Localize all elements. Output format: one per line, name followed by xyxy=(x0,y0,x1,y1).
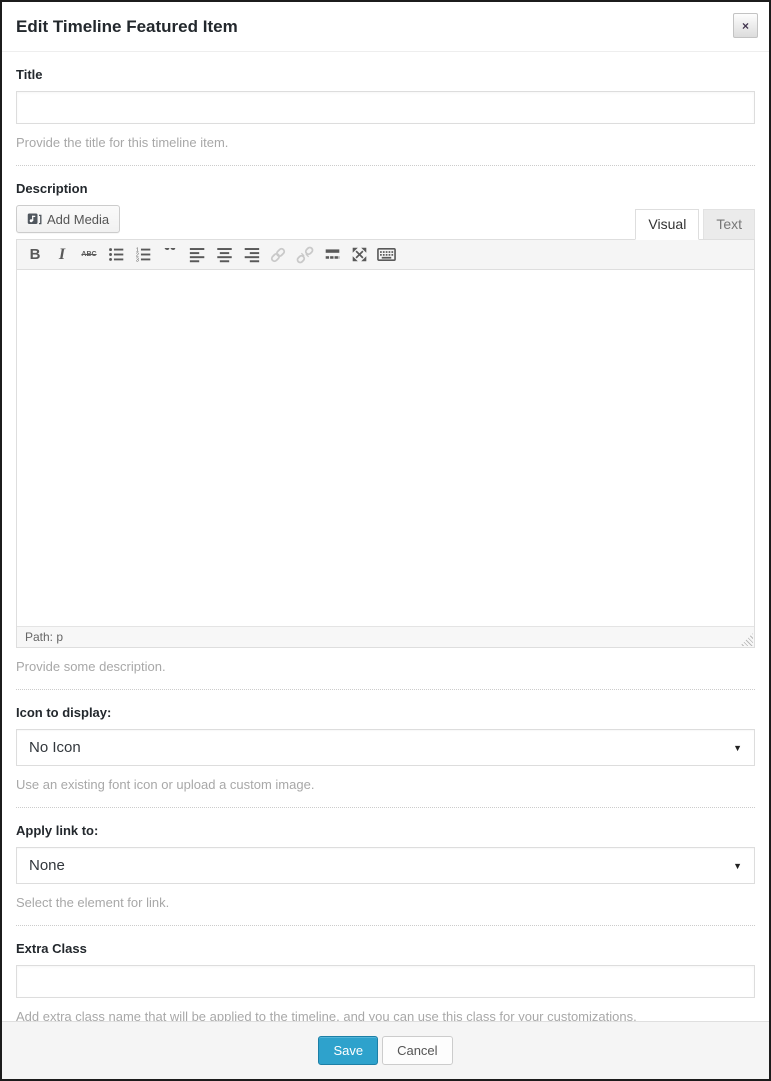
close-icon: × xyxy=(742,20,749,32)
icon-select-value: No Icon xyxy=(29,739,733,756)
add-media-icon xyxy=(27,212,42,227)
edit-timeline-featured-item-dialog: Edit Timeline Featured Item × Title Prov… xyxy=(0,0,771,1081)
add-media-button[interactable]: Add Media xyxy=(16,205,120,233)
media-tab-row: Add Media Visual Text xyxy=(16,205,755,239)
align-left-icon[interactable] xyxy=(184,243,210,267)
italic-icon[interactable]: I xyxy=(49,243,75,267)
editor-toolbar: B I ABC 1 2 3 xyxy=(17,240,754,270)
bold-icon[interactable]: B xyxy=(22,243,48,267)
link-select[interactable]: None ▼ xyxy=(16,847,755,884)
editor-path-status: Path: p xyxy=(25,630,63,644)
description-section: Description Add Media xyxy=(16,166,755,690)
fullscreen-icon[interactable] xyxy=(346,243,372,267)
chevron-down-icon: ▼ xyxy=(733,861,742,871)
blockquote-icon[interactable]: “ xyxy=(157,243,183,267)
link-help-text: Select the element for link. xyxy=(16,895,755,910)
align-right-icon[interactable] xyxy=(238,243,264,267)
resize-grip[interactable] xyxy=(740,633,753,646)
editor-statusbar: Path: p xyxy=(17,626,754,647)
chevron-down-icon: ▼ xyxy=(733,743,742,753)
numbered-list-icon[interactable]: 1 2 3 xyxy=(130,243,156,267)
editor-tabs: Visual Text xyxy=(631,205,755,239)
close-button[interactable]: × xyxy=(733,13,758,38)
dialog-header: Edit Timeline Featured Item × xyxy=(2,2,769,52)
link-label: Apply link to: xyxy=(16,823,755,838)
link-select-value: None xyxy=(29,857,733,874)
kitchen-sink-icon[interactable] xyxy=(373,243,399,267)
editor-content-area[interactable] xyxy=(17,270,754,626)
icon-help-text: Use an existing font icon or upload a cu… xyxy=(16,777,755,792)
icon-section: Icon to display: No Icon ▼ Use an existi… xyxy=(16,690,755,808)
icon-select[interactable]: No Icon ▼ xyxy=(16,729,755,766)
dialog-body: Title Provide the title for this timelin… xyxy=(2,52,769,1021)
description-help-text: Provide some description. xyxy=(16,659,755,674)
title-help-text: Provide the title for this timeline item… xyxy=(16,135,755,150)
align-center-icon[interactable] xyxy=(211,243,237,267)
bulleted-list-icon[interactable] xyxy=(103,243,129,267)
tab-text[interactable]: Text xyxy=(703,209,755,239)
more-tag-icon[interactable] xyxy=(319,243,345,267)
link-section: Apply link to: None ▼ Select the element… xyxy=(16,808,755,926)
cancel-button[interactable]: Cancel xyxy=(382,1036,452,1066)
unlink-icon xyxy=(292,243,318,267)
rich-text-editor: B I ABC 1 2 3 xyxy=(16,239,755,648)
extra-class-label: Extra Class xyxy=(16,941,755,956)
link-icon xyxy=(265,243,291,267)
title-input[interactable] xyxy=(16,91,755,124)
dialog-footer: Save Cancel xyxy=(2,1021,769,1079)
tab-visual[interactable]: Visual xyxy=(635,209,699,240)
extra-class-input[interactable] xyxy=(16,965,755,998)
add-media-label: Add Media xyxy=(47,212,109,227)
title-section: Title Provide the title for this timelin… xyxy=(16,52,755,166)
extra-class-section: Extra Class Add extra class name that wi… xyxy=(16,926,755,1021)
svg-text:3: 3 xyxy=(135,257,138,263)
icon-label: Icon to display: xyxy=(16,705,755,720)
save-button[interactable]: Save xyxy=(318,1036,378,1066)
description-label: Description xyxy=(16,181,755,196)
title-label: Title xyxy=(16,67,755,82)
dialog-title: Edit Timeline Featured Item xyxy=(16,17,238,37)
extra-class-help-text: Add extra class name that will be applie… xyxy=(16,1009,755,1021)
strikethrough-icon[interactable]: ABC xyxy=(76,243,102,267)
